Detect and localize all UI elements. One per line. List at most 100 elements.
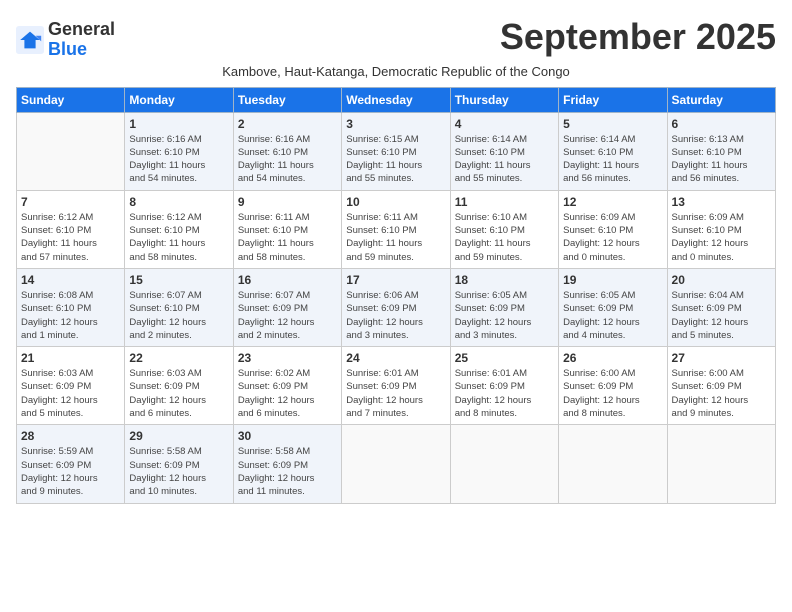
- day-number: 1: [129, 117, 228, 131]
- day-header: Friday: [559, 87, 667, 112]
- calendar-cell: 6 Sunrise: 6:13 AMSunset: 6:10 PMDaylight…: [667, 112, 775, 190]
- day-number: 10: [346, 195, 445, 209]
- day-header: Saturday: [667, 87, 775, 112]
- calendar-cell: 19 Sunrise: 6:05 AMSunset: 6:09 PMDayligh…: [559, 268, 667, 346]
- day-number: 25: [455, 351, 554, 365]
- calendar-cell: [559, 425, 667, 503]
- day-info: Sunrise: 6:03 AMSunset: 6:09 PMDaylight:…: [129, 367, 228, 420]
- day-number: 24: [346, 351, 445, 365]
- calendar-cell: [342, 425, 450, 503]
- calendar-cell: 17 Sunrise: 6:06 AMSunset: 6:09 PMDayligh…: [342, 268, 450, 346]
- calendar-cell: 27 Sunrise: 6:00 AMSunset: 6:09 PMDayligh…: [667, 347, 775, 425]
- day-header: Sunday: [17, 87, 125, 112]
- day-number: 8: [129, 195, 228, 209]
- calendar-cell: [667, 425, 775, 503]
- calendar-cell: 9 Sunrise: 6:11 AMSunset: 6:10 PMDaylight…: [233, 190, 341, 268]
- day-info: Sunrise: 6:01 AMSunset: 6:09 PMDaylight:…: [346, 367, 445, 420]
- calendar-cell: 4 Sunrise: 6:14 AMSunset: 6:10 PMDaylight…: [450, 112, 558, 190]
- day-number: 20: [672, 273, 771, 287]
- calendar-cell: 30 Sunrise: 5:58 AMSunset: 6:09 PMDayligh…: [233, 425, 341, 503]
- calendar-cell: 13 Sunrise: 6:09 AMSunset: 6:10 PMDayligh…: [667, 190, 775, 268]
- day-info: Sunrise: 6:02 AMSunset: 6:09 PMDaylight:…: [238, 367, 337, 420]
- day-info: Sunrise: 6:00 AMSunset: 6:09 PMDaylight:…: [563, 367, 662, 420]
- day-info: Sunrise: 6:01 AMSunset: 6:09 PMDaylight:…: [455, 367, 554, 420]
- day-info: Sunrise: 6:11 AMSunset: 6:10 PMDaylight:…: [346, 211, 445, 264]
- day-info: Sunrise: 6:11 AMSunset: 6:10 PMDaylight:…: [238, 211, 337, 264]
- day-info: Sunrise: 6:12 AMSunset: 6:10 PMDaylight:…: [21, 211, 120, 264]
- day-info: Sunrise: 6:09 AMSunset: 6:10 PMDaylight:…: [672, 211, 771, 264]
- calendar-cell: 15 Sunrise: 6:07 AMSunset: 6:10 PMDayligh…: [125, 268, 233, 346]
- calendar-cell: 10 Sunrise: 6:11 AMSunset: 6:10 PMDayligh…: [342, 190, 450, 268]
- day-number: 4: [455, 117, 554, 131]
- day-info: Sunrise: 5:58 AMSunset: 6:09 PMDaylight:…: [129, 445, 228, 498]
- calendar-cell: [450, 425, 558, 503]
- day-number: 14: [21, 273, 120, 287]
- day-number: 12: [563, 195, 662, 209]
- day-info: Sunrise: 6:10 AMSunset: 6:10 PMDaylight:…: [455, 211, 554, 264]
- day-number: 27: [672, 351, 771, 365]
- day-info: Sunrise: 6:14 AMSunset: 6:10 PMDaylight:…: [563, 133, 662, 186]
- day-info: Sunrise: 6:13 AMSunset: 6:10 PMDaylight:…: [672, 133, 771, 186]
- day-number: 30: [238, 429, 337, 443]
- day-number: 16: [238, 273, 337, 287]
- logo-general: General: [48, 20, 115, 40]
- day-number: 7: [21, 195, 120, 209]
- day-info: Sunrise: 6:12 AMSunset: 6:10 PMDaylight:…: [129, 211, 228, 264]
- day-number: 22: [129, 351, 228, 365]
- day-info: Sunrise: 6:14 AMSunset: 6:10 PMDaylight:…: [455, 133, 554, 186]
- calendar-cell: 11Sunrise: 6:10 AMSunset: 6:10 PMDayligh…: [450, 190, 558, 268]
- day-number: 2: [238, 117, 337, 131]
- day-info: Sunrise: 6:05 AMSunset: 6:09 PMDaylight:…: [563, 289, 662, 342]
- calendar-cell: 1 Sunrise: 6:16 AMSunset: 6:10 PMDaylight…: [125, 112, 233, 190]
- calendar-cell: 16Sunrise: 6:07 AMSunset: 6:09 PMDayligh…: [233, 268, 341, 346]
- calendar-cell: 26 Sunrise: 6:00 AMSunset: 6:09 PMDayligh…: [559, 347, 667, 425]
- day-number: 19: [563, 273, 662, 287]
- calendar-cell: 12 Sunrise: 6:09 AMSunset: 6:10 PMDayligh…: [559, 190, 667, 268]
- day-number: 29: [129, 429, 228, 443]
- day-info: Sunrise: 6:08 AMSunset: 6:10 PMDaylight:…: [21, 289, 120, 342]
- calendar-cell: 29 Sunrise: 5:58 AMSunset: 6:09 PMDayligh…: [125, 425, 233, 503]
- calendar-cell: 5 Sunrise: 6:14 AMSunset: 6:10 PMDaylight…: [559, 112, 667, 190]
- day-number: 13: [672, 195, 771, 209]
- calendar-cell: 28 Sunrise: 5:59 AMSunset: 6:09 PMDayligh…: [17, 425, 125, 503]
- day-number: 15: [129, 273, 228, 287]
- day-info: Sunrise: 6:06 AMSunset: 6:09 PMDaylight:…: [346, 289, 445, 342]
- day-number: 26: [563, 351, 662, 365]
- day-info: Sunrise: 6:09 AMSunset: 6:10 PMDaylight:…: [563, 211, 662, 264]
- subtitle: Kambove, Haut-Katanga, Democratic Republ…: [16, 64, 776, 79]
- day-info: Sunrise: 6:16 AMSunset: 6:10 PMDaylight:…: [129, 133, 228, 186]
- logo: General Blue: [16, 20, 115, 60]
- calendar-cell: 24 Sunrise: 6:01 AMSunset: 6:09 PMDayligh…: [342, 347, 450, 425]
- day-number: 6: [672, 117, 771, 131]
- day-info: Sunrise: 6:00 AMSunset: 6:09 PMDaylight:…: [672, 367, 771, 420]
- calendar-cell: 14 Sunrise: 6:08 AMSunset: 6:10 PMDayligh…: [17, 268, 125, 346]
- day-number: 17: [346, 273, 445, 287]
- calendar-cell: 25 Sunrise: 6:01 AMSunset: 6:09 PMDayligh…: [450, 347, 558, 425]
- calendar-cell: 23Sunrise: 6:02 AMSunset: 6:09 PMDayligh…: [233, 347, 341, 425]
- day-info: Sunrise: 6:07 AMSunset: 6:10 PMDaylight:…: [129, 289, 228, 342]
- month-title: September 2025: [500, 16, 776, 58]
- day-header: Tuesday: [233, 87, 341, 112]
- day-number: 28: [21, 429, 120, 443]
- calendar: SundayMondayTuesdayWednesdayThursdayFrid…: [16, 87, 776, 504]
- day-header: Wednesday: [342, 87, 450, 112]
- day-info: Sunrise: 5:58 AMSunset: 6:09 PMDaylight:…: [238, 445, 337, 498]
- calendar-cell: 18Sunrise: 6:05 AMSunset: 6:09 PMDayligh…: [450, 268, 558, 346]
- day-info: Sunrise: 6:15 AMSunset: 6:10 PMDaylight:…: [346, 133, 445, 186]
- calendar-cell: [17, 112, 125, 190]
- calendar-cell: 2 Sunrise: 6:16 AMSunset: 6:10 PMDaylight…: [233, 112, 341, 190]
- day-info: Sunrise: 6:04 AMSunset: 6:09 PMDaylight:…: [672, 289, 771, 342]
- day-number: 5: [563, 117, 662, 131]
- calendar-cell: 8 Sunrise: 6:12 AMSunset: 6:10 PMDaylight…: [125, 190, 233, 268]
- day-info: Sunrise: 6:16 AMSunset: 6:10 PMDaylight:…: [238, 133, 337, 186]
- day-info: Sunrise: 6:05 AMSunset: 6:09 PMDaylight:…: [455, 289, 554, 342]
- day-number: 3: [346, 117, 445, 131]
- day-number: 9: [238, 195, 337, 209]
- day-header: Monday: [125, 87, 233, 112]
- calendar-cell: 21Sunrise: 6:03 AMSunset: 6:09 PMDayligh…: [17, 347, 125, 425]
- day-header: Thursday: [450, 87, 558, 112]
- calendar-cell: 3 Sunrise: 6:15 AMSunset: 6:10 PMDaylight…: [342, 112, 450, 190]
- calendar-cell: 22 Sunrise: 6:03 AMSunset: 6:09 PMDayligh…: [125, 347, 233, 425]
- day-info: Sunrise: 5:59 AMSunset: 6:09 PMDaylight:…: [21, 445, 120, 498]
- logo-icon: [16, 26, 44, 54]
